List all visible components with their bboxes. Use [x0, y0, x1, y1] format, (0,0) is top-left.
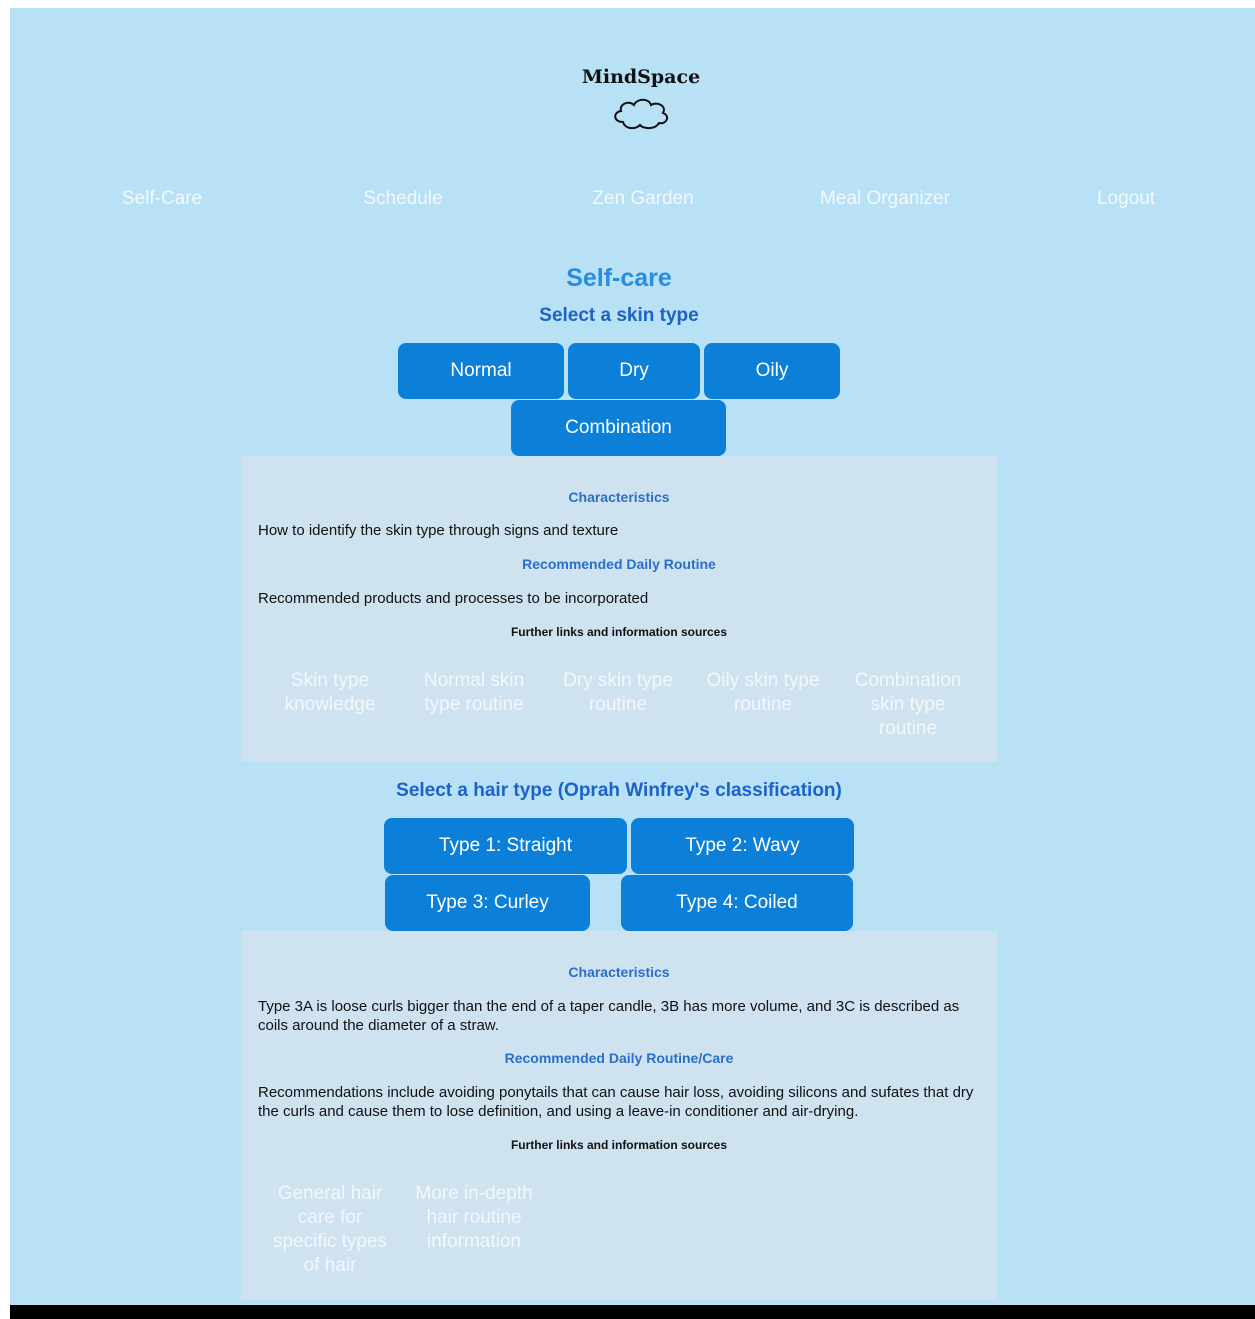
- hair-info-panel: Characteristics Type 3A is loose curls b…: [241, 931, 997, 1300]
- link-combination-skin-routine[interactable]: Combination skin type routine: [848, 669, 968, 741]
- nav-schedule[interactable]: Schedule: [363, 188, 442, 210]
- page-background: MindSpace Self-Care Schedule Zen Garden …: [10, 8, 1255, 1305]
- hair-characteristics-heading: Characteristics: [568, 964, 670, 980]
- cloud-icon: [614, 98, 669, 130]
- hair-type-heading: Select a hair type (Oprah Winfrey's clas…: [396, 780, 842, 801]
- nav-meal-organizer[interactable]: Meal Organizer: [820, 188, 950, 210]
- hair-routine-text: Recommendations include avoiding ponytai…: [258, 1084, 974, 1120]
- skin-routine-text: Recommended products and processes to be…: [258, 590, 649, 607]
- link-hair-routine-information[interactable]: More in-depth hair routine information: [414, 1182, 534, 1254]
- brand-logo[interactable]: MindSpace: [10, 66, 1255, 132]
- link-normal-skin-routine[interactable]: Normal skin type routine: [414, 669, 534, 717]
- hair-type1-button[interactable]: Type 1: Straight: [384, 818, 627, 874]
- main-nav: Self-Care Schedule Zen Garden Meal Organ…: [10, 188, 1255, 212]
- brand-name: MindSpace: [581, 66, 701, 88]
- link-skin-type-knowledge[interactable]: Skin type knowledge: [270, 669, 390, 717]
- hair-type2-button[interactable]: Type 2: Wavy: [631, 818, 854, 874]
- skin-normal-button[interactable]: Normal: [398, 343, 564, 399]
- link-oily-skin-routine[interactable]: Oily skin type routine: [703, 669, 823, 717]
- skin-info-panel: Characteristics How to identify the skin…: [241, 456, 997, 762]
- hair-type3-button[interactable]: Type 3: Curley: [385, 875, 590, 931]
- page-title: Self-care: [566, 264, 672, 292]
- skin-type-heading: Select a skin type: [539, 305, 699, 326]
- hair-characteristics-text: Type 3A is loose curls bigger than the e…: [258, 998, 960, 1034]
- skin-routine-heading: Recommended Daily Routine: [522, 556, 716, 572]
- link-general-hair-care[interactable]: General hair care for specific types of …: [270, 1182, 390, 1278]
- skin-oily-button[interactable]: Oily: [704, 343, 840, 399]
- hair-routine-heading: Recommended Daily Routine/Care: [504, 1050, 734, 1066]
- hair-links-heading: Further links and information sources: [510, 1138, 728, 1152]
- link-dry-skin-routine[interactable]: Dry skin type routine: [558, 669, 678, 717]
- hair-type4-button[interactable]: Type 4: Coiled: [621, 875, 853, 931]
- skin-links-heading: Further links and information sources: [510, 625, 728, 639]
- bottom-bar: [10, 1305, 1255, 1319]
- nav-logout[interactable]: Logout: [1097, 188, 1155, 210]
- nav-zen-garden[interactable]: Zen Garden: [592, 188, 693, 210]
- nav-self-care[interactable]: Self-Care: [122, 188, 202, 210]
- skin-dry-button[interactable]: Dry: [568, 343, 700, 399]
- skin-combination-button[interactable]: Combination: [511, 400, 726, 456]
- skin-characteristics-text: How to identify the skin type through si…: [258, 522, 619, 539]
- skin-characteristics-heading: Characteristics: [568, 489, 670, 505]
